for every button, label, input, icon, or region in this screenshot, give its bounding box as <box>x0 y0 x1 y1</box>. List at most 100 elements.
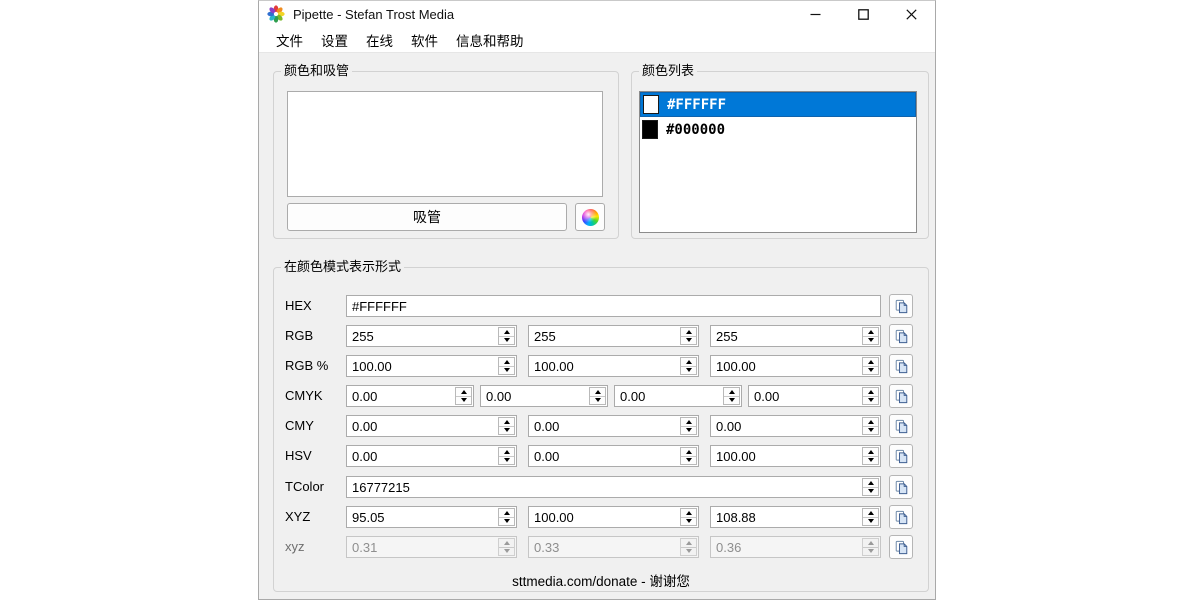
spin-up-icon[interactable] <box>590 388 605 397</box>
spin-down-icon[interactable] <box>499 367 514 375</box>
xyz-z-input[interactable] <box>711 507 861 527</box>
spin-down-icon[interactable] <box>681 518 696 526</box>
spin-down-icon[interactable] <box>863 337 878 345</box>
copy-button-xyz-lower[interactable] <box>889 535 913 559</box>
rgb-g-field[interactable] <box>528 325 699 347</box>
spinner[interactable] <box>680 417 697 435</box>
spin-down-icon[interactable] <box>499 427 514 435</box>
spinner[interactable] <box>589 387 606 405</box>
spin-down-icon[interactable] <box>456 397 471 405</box>
rgbp-r-field[interactable] <box>346 355 517 377</box>
cmyk-y-input[interactable] <box>615 386 722 406</box>
spinner[interactable] <box>455 387 472 405</box>
cmyk-c-field[interactable] <box>346 385 474 407</box>
cmyk-m-input[interactable] <box>481 386 588 406</box>
spin-up-icon[interactable] <box>681 448 696 457</box>
spin-up-icon[interactable] <box>863 388 878 397</box>
spinner[interactable] <box>680 447 697 465</box>
rgbp-b-input[interactable] <box>711 356 861 376</box>
hsv-v-input[interactable] <box>711 446 861 466</box>
spinner[interactable] <box>680 508 697 526</box>
spin-down-icon[interactable] <box>681 427 696 435</box>
pipette-button[interactable]: 吸管 <box>287 203 567 231</box>
color-dialog-button[interactable] <box>575 203 605 231</box>
rgbp-g-field[interactable] <box>528 355 699 377</box>
spin-down-icon[interactable] <box>681 367 696 375</box>
spin-down-icon[interactable] <box>863 488 878 496</box>
cmy-m-field[interactable] <box>528 415 699 437</box>
spin-down-icon[interactable] <box>863 397 878 405</box>
spinner[interactable] <box>862 387 879 405</box>
close-button[interactable] <box>887 1 935 27</box>
xyz-y-field[interactable] <box>528 506 699 528</box>
rgbp-g-input[interactable] <box>529 356 679 376</box>
spin-up-icon[interactable] <box>681 358 696 367</box>
spin-down-icon[interactable] <box>499 457 514 465</box>
spin-up-icon[interactable] <box>863 418 878 427</box>
color-list[interactable]: #FFFFFF #000000 <box>639 91 917 233</box>
spin-down-icon[interactable] <box>863 457 878 465</box>
cmyk-k-input[interactable] <box>749 386 861 406</box>
xyz-y-input[interactable] <box>529 507 679 527</box>
spin-down-icon[interactable] <box>681 457 696 465</box>
spinner[interactable] <box>862 478 879 496</box>
spinner[interactable] <box>498 327 515 345</box>
spinner[interactable] <box>862 447 879 465</box>
spin-down-icon[interactable] <box>499 337 514 345</box>
spin-up-icon[interactable] <box>499 509 514 518</box>
spin-up-icon[interactable] <box>456 388 471 397</box>
hex-input[interactable] <box>347 296 880 316</box>
spin-up-icon[interactable] <box>863 509 878 518</box>
spin-up-icon[interactable] <box>681 328 696 337</box>
cmy-y-field[interactable] <box>710 415 881 437</box>
rgbp-r-input[interactable] <box>347 356 497 376</box>
spinner[interactable] <box>723 387 740 405</box>
spinner[interactable] <box>498 417 515 435</box>
copy-button-cmyk[interactable] <box>889 384 913 408</box>
spin-down-icon[interactable] <box>863 367 878 375</box>
cmy-y-input[interactable] <box>711 416 861 436</box>
hsv-s-input[interactable] <box>529 446 679 466</box>
spin-up-icon[interactable] <box>499 418 514 427</box>
list-item[interactable]: #FFFFFF <box>640 92 916 117</box>
cmy-m-input[interactable] <box>529 416 679 436</box>
spin-up-icon[interactable] <box>863 448 878 457</box>
spinner[interactable] <box>498 508 515 526</box>
hsv-h-input[interactable] <box>347 446 497 466</box>
spinner[interactable] <box>862 327 879 345</box>
spin-down-icon[interactable] <box>863 427 878 435</box>
spin-down-icon[interactable] <box>724 397 739 405</box>
cmyk-c-input[interactable] <box>347 386 454 406</box>
tcolor-field[interactable] <box>346 476 881 498</box>
rgb-g-input[interactable] <box>529 326 679 346</box>
spinner[interactable] <box>862 417 879 435</box>
rgbp-b-field[interactable] <box>710 355 881 377</box>
spin-up-icon[interactable] <box>499 328 514 337</box>
spin-up-icon[interactable] <box>681 418 696 427</box>
hsv-s-field[interactable] <box>528 445 699 467</box>
spin-up-icon[interactable] <box>499 448 514 457</box>
cmyk-m-field[interactable] <box>480 385 608 407</box>
hsv-h-field[interactable] <box>346 445 517 467</box>
minimize-button[interactable] <box>791 1 839 27</box>
spin-up-icon[interactable] <box>863 328 878 337</box>
titlebar[interactable]: Pipette - Stefan Trost Media <box>259 1 935 27</box>
copy-button-hsv[interactable] <box>889 444 913 468</box>
xyz-z-field[interactable] <box>710 506 881 528</box>
spinner[interactable] <box>862 508 879 526</box>
menu-item-file[interactable]: 文件 <box>276 30 303 50</box>
spinner[interactable] <box>498 357 515 375</box>
cmyk-y-field[interactable] <box>614 385 742 407</box>
copy-button-cmy[interactable] <box>889 414 913 438</box>
menu-item-online[interactable]: 在线 <box>366 30 393 50</box>
copy-button-xyz-upper[interactable] <box>889 505 913 529</box>
spin-up-icon[interactable] <box>863 479 878 488</box>
spin-down-icon[interactable] <box>681 337 696 345</box>
copy-button-tcolor[interactable] <box>889 475 913 499</box>
spin-up-icon[interactable] <box>681 509 696 518</box>
spinner[interactable] <box>862 357 879 375</box>
spin-down-icon[interactable] <box>590 397 605 405</box>
menu-item-info-help[interactable]: 信息和帮助 <box>456 30 524 50</box>
spin-down-icon[interactable] <box>863 518 878 526</box>
spinner[interactable] <box>498 447 515 465</box>
